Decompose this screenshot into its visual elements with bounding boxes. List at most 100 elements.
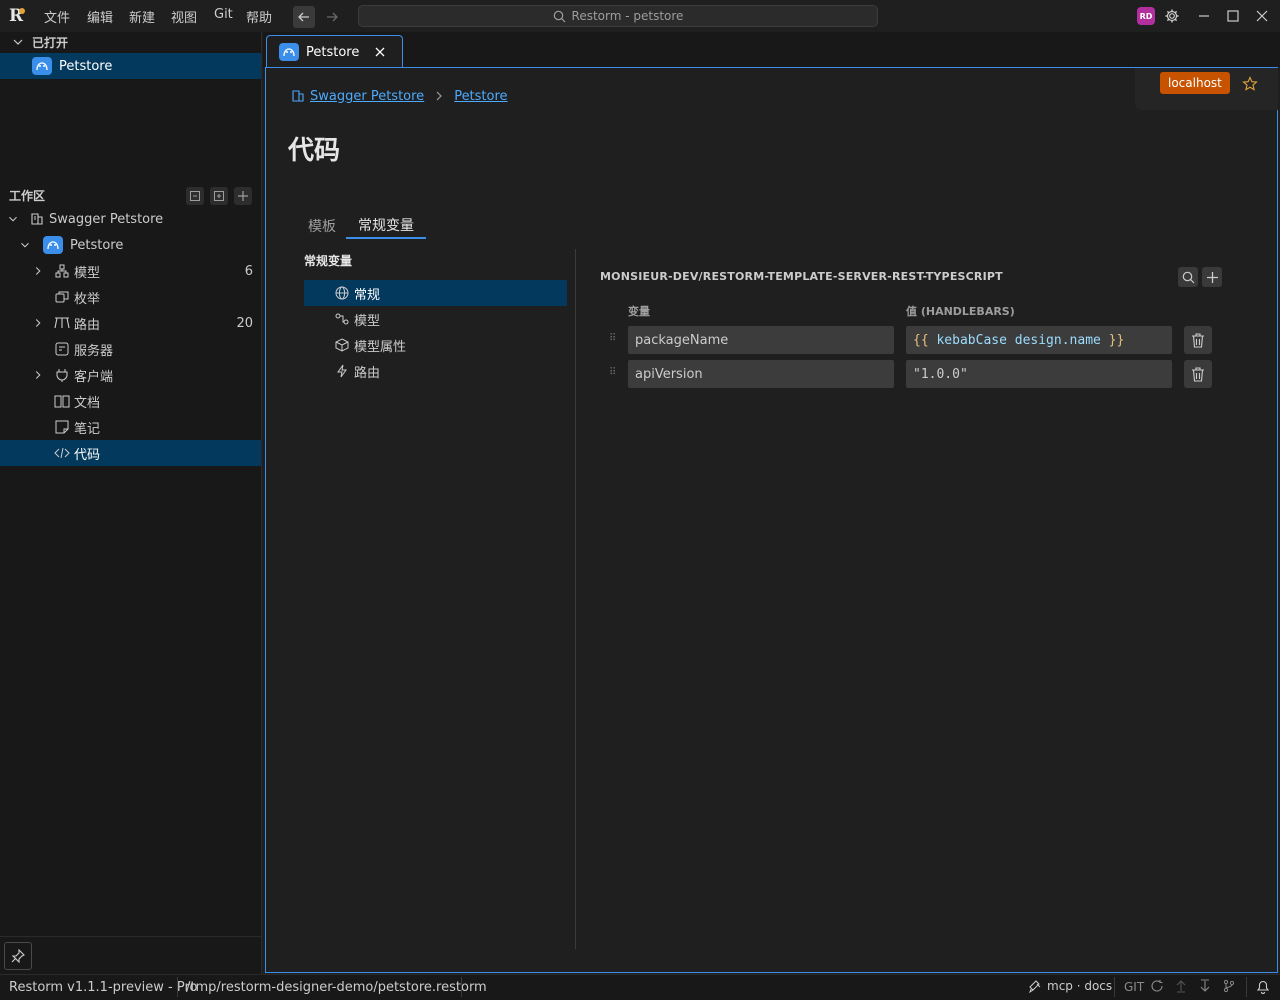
column-header-value: 值 (HANDLEBARS) bbox=[906, 305, 1015, 318]
expand-all-button[interactable] bbox=[210, 187, 228, 205]
chevron-down-icon bbox=[13, 39, 23, 45]
collapse-all-icon bbox=[190, 191, 200, 201]
settings-button[interactable] bbox=[1162, 6, 1182, 26]
status-git-label: GIT bbox=[1124, 980, 1145, 994]
chevron-right-icon bbox=[30, 315, 46, 331]
git-pull-button[interactable] bbox=[1198, 979, 1212, 997]
variable-value-input[interactable]: "1.0.0" bbox=[906, 360, 1172, 388]
tree-item-label: 笔记 bbox=[74, 421, 101, 437]
sidebar bbox=[0, 32, 262, 974]
add-workspace-button[interactable] bbox=[234, 187, 252, 205]
refresh-button[interactable] bbox=[1150, 979, 1164, 997]
subnav-item-routes[interactable]: 路由 bbox=[304, 358, 567, 384]
menu-help[interactable]: 帮助 bbox=[246, 7, 272, 26]
tree-project-petstore[interactable]: Petstore bbox=[0, 232, 261, 258]
routes-icon bbox=[54, 315, 70, 331]
menu-git[interactable]: Git bbox=[214, 7, 233, 22]
server-select-button[interactable]: localhost bbox=[1160, 72, 1230, 94]
close-tab-button[interactable] bbox=[375, 47, 385, 57]
tree-item-notes[interactable]: 笔记 bbox=[0, 414, 261, 440]
opened-section-label: 已打开 bbox=[32, 35, 69, 50]
subnav-item-model-properties[interactable]: 模型属性 bbox=[304, 332, 567, 358]
menu-new[interactable]: 新建 bbox=[129, 7, 155, 26]
status-mcp-label: mcp · docs bbox=[1047, 979, 1113, 993]
subnav-item-models[interactable]: 模型 bbox=[304, 306, 567, 332]
chevron-right-icon bbox=[436, 91, 443, 101]
maximize-icon bbox=[1227, 10, 1239, 22]
tree-root-swagger-petstore[interactable]: Swagger Petstore bbox=[0, 206, 261, 232]
cube-icon bbox=[334, 337, 350, 353]
menu-file[interactable]: 文件 bbox=[44, 7, 70, 26]
command-search-box[interactable]: Restorm - petstore bbox=[358, 5, 878, 27]
search-icon bbox=[553, 10, 565, 22]
back-button[interactable] bbox=[293, 6, 315, 28]
notifications-button[interactable] bbox=[1256, 979, 1270, 998]
favorite-button[interactable] bbox=[1240, 74, 1260, 94]
git-push-button[interactable] bbox=[1174, 979, 1188, 997]
trash-icon bbox=[1192, 332, 1204, 348]
search-variables-button[interactable] bbox=[1178, 267, 1198, 287]
tree-item-count: 6 bbox=[244, 263, 253, 279]
status-separator bbox=[1246, 977, 1247, 997]
tree-item-enums[interactable]: 枚举 bbox=[0, 284, 261, 310]
tree-item-label: 服务器 bbox=[74, 343, 114, 359]
close-window-button[interactable] bbox=[1252, 6, 1272, 26]
tab-templates[interactable]: 模板 bbox=[308, 213, 336, 239]
opened-item-label: Petstore bbox=[59, 58, 113, 74]
add-variable-button[interactable] bbox=[1202, 267, 1222, 287]
git-branch-button[interactable] bbox=[1222, 979, 1236, 997]
forward-button[interactable] bbox=[321, 6, 343, 28]
delete-variable-button[interactable] bbox=[1184, 360, 1212, 388]
delete-variable-button[interactable] bbox=[1184, 326, 1212, 354]
arrow-up-icon bbox=[1176, 980, 1186, 993]
subnav-item-general[interactable]: 常规 bbox=[304, 280, 567, 306]
subnav-item-label: 模型 bbox=[354, 313, 381, 329]
chevron-down-icon bbox=[5, 211, 21, 227]
tab-general-variables[interactable]: 常规变量 bbox=[346, 213, 426, 239]
menu-view[interactable]: 视图 bbox=[171, 7, 197, 26]
status-file-path[interactable]: /tmp/restorm-designer-demo/petstore.rest… bbox=[186, 980, 487, 995]
arrow-down-icon bbox=[1200, 979, 1210, 992]
tree-item-label: 代码 bbox=[74, 447, 101, 463]
tree-item-docs[interactable]: 文档 bbox=[0, 388, 261, 414]
drag-handle-icon[interactable]: ⠿ bbox=[609, 367, 619, 378]
petstore-icon bbox=[43, 236, 63, 254]
variable-value-input[interactable]: {{ kebabCase design.name }} bbox=[906, 326, 1172, 354]
tree-root-label: Swagger Petstore bbox=[49, 211, 164, 227]
tree-item-count: 20 bbox=[236, 315, 253, 331]
tree-item-label: 文档 bbox=[74, 395, 101, 411]
opened-section-header[interactable]: 已打开 bbox=[10, 34, 68, 50]
star-icon bbox=[1242, 76, 1258, 91]
models-icon bbox=[54, 263, 70, 279]
tree-item-routes[interactable]: 路由 20 bbox=[0, 310, 261, 336]
variable-name-input[interactable]: apiVersion bbox=[628, 360, 894, 388]
editor-tab-label: Petstore bbox=[306, 44, 360, 60]
opened-item-petstore[interactable]: Petstore bbox=[0, 53, 261, 79]
handlebars-open-brace: {{ bbox=[913, 332, 929, 348]
workspace-section-label: 工作区 bbox=[9, 188, 46, 203]
tree-item-servers[interactable]: 服务器 bbox=[0, 336, 261, 362]
close-icon bbox=[1256, 10, 1268, 22]
minimize-icon bbox=[1199, 15, 1209, 17]
tree-item-code[interactable]: 代码 bbox=[0, 440, 261, 466]
variable-name-input[interactable]: packageName bbox=[628, 326, 894, 354]
user-avatar[interactable]: RD bbox=[1137, 7, 1155, 25]
arrow-left-icon bbox=[298, 12, 309, 22]
drag-handle-icon[interactable]: ⠿ bbox=[609, 333, 619, 344]
breadcrumb-link-petstore[interactable]: Petstore bbox=[454, 89, 507, 104]
tree-item-clients[interactable]: 客户端 bbox=[0, 362, 261, 388]
maximize-button[interactable] bbox=[1223, 6, 1243, 26]
app-logo-icon: R bbox=[9, 6, 25, 26]
collapse-all-button[interactable] bbox=[186, 187, 204, 205]
api-spec-icon bbox=[292, 90, 304, 102]
menu-edit[interactable]: 编辑 bbox=[87, 7, 113, 26]
status-mcp-docs[interactable]: mcp · docs bbox=[1028, 979, 1112, 993]
editor-tab-petstore[interactable]: Petstore bbox=[266, 35, 403, 68]
pin-button[interactable] bbox=[4, 942, 32, 970]
minimize-button[interactable] bbox=[1194, 6, 1214, 26]
mcp-icon bbox=[1029, 980, 1041, 993]
breadcrumb-link-swagger-petstore[interactable]: Swagger Petstore bbox=[310, 89, 424, 104]
plus-icon bbox=[1206, 271, 1218, 283]
tree-item-models[interactable]: 模型 6 bbox=[0, 258, 261, 284]
template-repo-title: MONSIEUR-DEV/RESTORM-TEMPLATE-SERVER-RES… bbox=[600, 270, 1003, 283]
